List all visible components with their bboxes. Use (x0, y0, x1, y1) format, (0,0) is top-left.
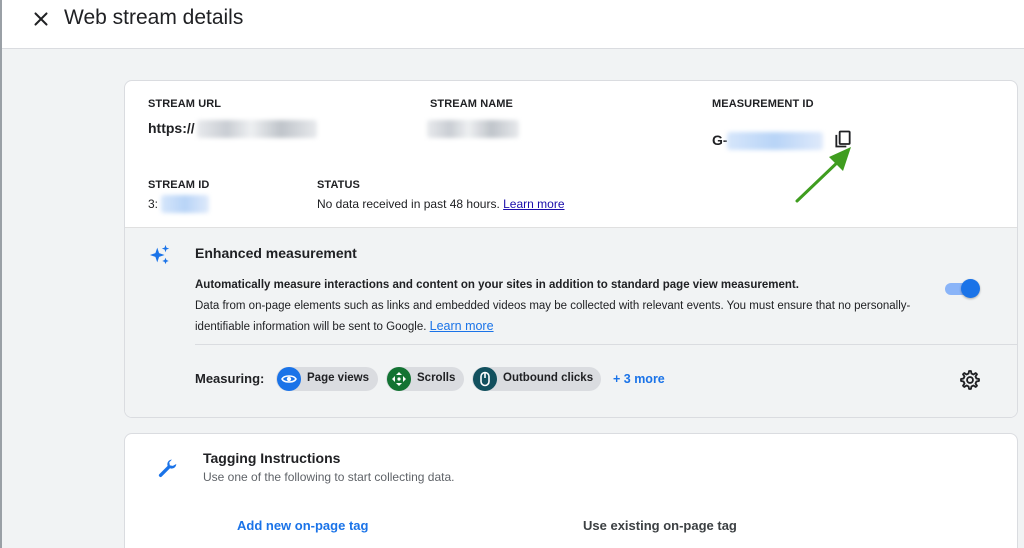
enhanced-measurement-summary: Automatically measure interactions and c… (195, 279, 799, 291)
tab-use-existing-tag[interactable]: Use existing on-page tag (583, 518, 737, 533)
chip-icon-bg (387, 367, 411, 391)
tab-add-new-tag[interactable]: Add new on-page tag (237, 518, 368, 533)
chip-label: Scrolls (417, 372, 456, 384)
tagging-title: Tagging Instructions (203, 450, 341, 466)
status-learn-more-link[interactable]: Learn more (503, 197, 564, 211)
enhanced-measurement-section: Enhanced measurement Automatically measu… (125, 227, 1017, 417)
stream-url-value: https:// (148, 120, 195, 136)
chip-label: Outbound clicks (503, 372, 594, 384)
stream-details-card: STREAM URL https:// STREAM NAME MEASUREM… (124, 80, 1018, 418)
eye-icon (281, 375, 297, 383)
enhanced-learn-more-link[interactable]: Learn more (430, 319, 494, 333)
measurement-id-value: G- (712, 132, 728, 148)
scroll-icon (392, 372, 406, 386)
stream-id-value: 3: (148, 197, 159, 211)
wrench-icon (158, 459, 177, 478)
stream-name-label: STREAM NAME (430, 98, 513, 110)
redacted-stream-name (427, 120, 519, 138)
more-events-link[interactable]: + 3 more (613, 372, 665, 386)
chip-icon-bg (473, 367, 497, 391)
header-bar: Web stream details (2, 0, 1024, 49)
measurement-id-label: MEASUREMENT ID (712, 98, 814, 110)
chip-label: Page views (307, 372, 370, 384)
tagging-instructions-card: Tagging Instructions Use one of the foll… (124, 433, 1018, 548)
mouse-icon (480, 371, 490, 387)
tagging-subtitle: Use one of the following to start collec… (203, 470, 455, 484)
enhanced-measurement-title: Enhanced measurement (195, 245, 357, 261)
chip-scrolls[interactable]: Scrolls (386, 367, 464, 391)
measuring-label: Measuring: (195, 371, 265, 386)
chip-icon-bg (277, 367, 301, 391)
gear-icon (960, 370, 980, 390)
chip-page-views[interactable]: Page views (276, 367, 378, 391)
window-edge (0, 0, 2, 548)
enhanced-settings-button[interactable] (959, 369, 981, 391)
redacted-url (197, 120, 317, 138)
annotation-arrow-icon (795, 147, 851, 203)
enhanced-measurement-description: Data from on-page elements such as links… (195, 296, 940, 337)
stream-url-label: STREAM URL (148, 98, 222, 110)
sparkle-icon (149, 244, 170, 265)
status-message: No data received in past 48 hours. (317, 197, 500, 211)
page-title: Web stream details (64, 6, 244, 29)
enhanced-description-text: Data from on-page elements such as links… (195, 300, 911, 333)
section-divider (195, 344, 1017, 345)
chip-outbound-clicks[interactable]: Outbound clicks (472, 367, 601, 391)
status-text: No data received in past 48 hours. Learn… (317, 197, 565, 211)
toggle-knob (961, 279, 980, 298)
close-icon (34, 12, 48, 26)
redacted-stream-id (161, 195, 209, 213)
stream-id-label: STREAM ID (148, 179, 210, 191)
status-label: STATUS (317, 179, 360, 191)
enhanced-measurement-toggle[interactable] (943, 278, 980, 298)
close-button[interactable] (30, 8, 52, 30)
